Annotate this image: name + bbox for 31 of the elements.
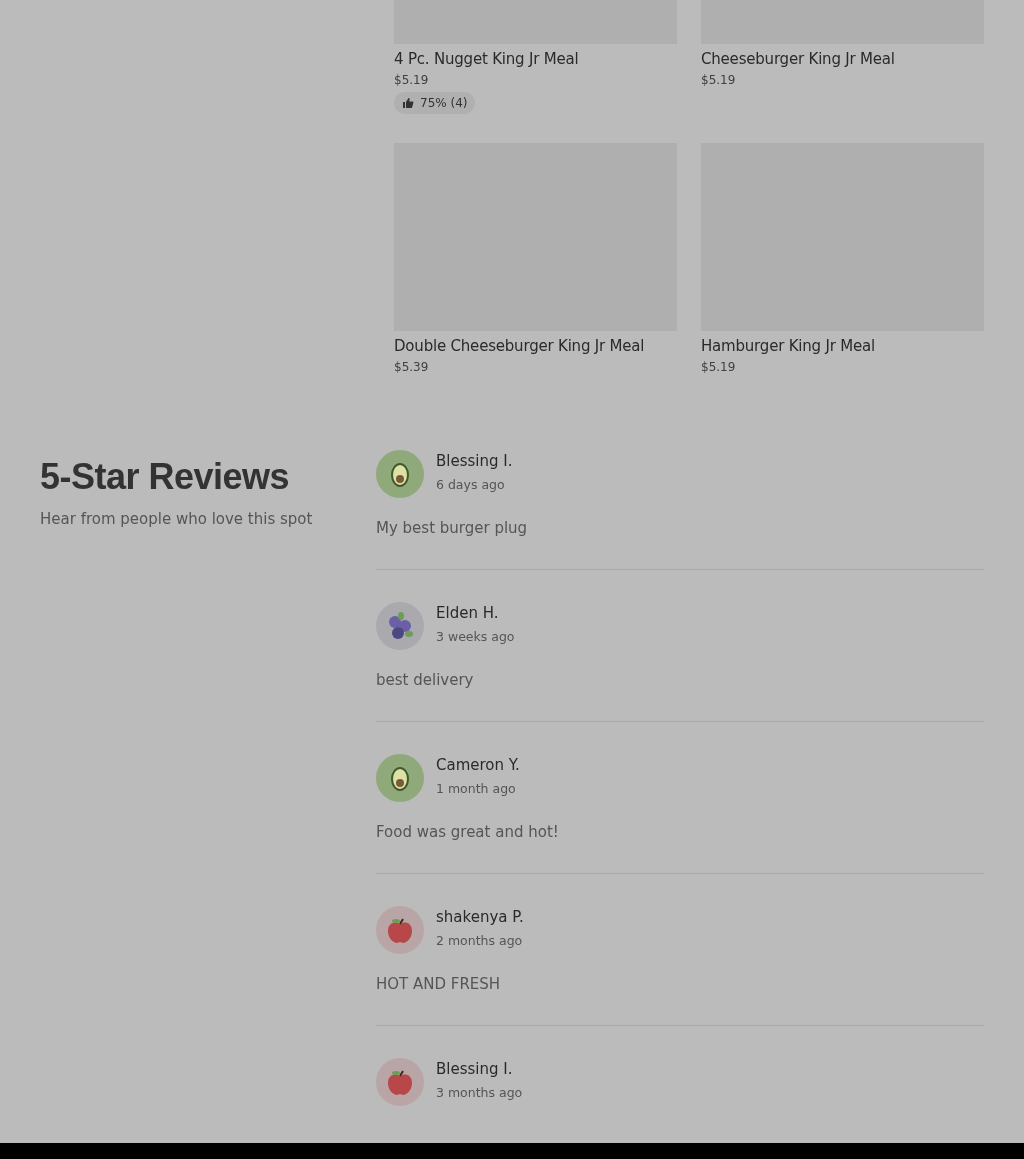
section-title: 5-Star Reviews bbox=[40, 456, 291, 498]
thumbs-up-icon bbox=[402, 97, 414, 109]
item-name[interactable]: 4 Pc. Nugget King Jr Meal bbox=[394, 50, 677, 68]
rating-text: 75% (4) bbox=[420, 96, 468, 110]
review-date: 2 months ago bbox=[436, 933, 524, 948]
item-price: $5.19 bbox=[394, 73, 430, 87]
review-text: HOT AND FRESH bbox=[376, 975, 502, 993]
item-name[interactable]: Cheeseburger King Jr Meal bbox=[701, 50, 984, 68]
section-subtitle: Hear from people who love this spot bbox=[40, 510, 314, 528]
review-text: best delivery bbox=[376, 671, 475, 689]
review-date: 3 weeks ago bbox=[436, 629, 515, 644]
item-price: $5.19 bbox=[701, 73, 737, 87]
review-text: My best burger plug bbox=[376, 519, 529, 537]
item-price: $5.39 bbox=[394, 360, 430, 374]
review-date: 1 month ago bbox=[436, 781, 517, 796]
reviewer-name: shakenya P. bbox=[436, 908, 524, 926]
avatar bbox=[376, 1058, 424, 1106]
avatar bbox=[376, 602, 424, 650]
review-date: 6 days ago bbox=[436, 477, 506, 492]
reviewer-name: Blessing I. bbox=[436, 452, 513, 470]
avatar bbox=[376, 906, 424, 954]
reviewer-name: Cameron Y. bbox=[436, 756, 520, 774]
reviewer-name: Blessing I. bbox=[436, 1060, 514, 1078]
review-text: Food was great and hot! bbox=[376, 823, 560, 841]
avatar bbox=[376, 754, 424, 802]
review-date: 3 months ago bbox=[436, 1085, 523, 1100]
item-name[interactable]: Hamburger King Jr Meal bbox=[701, 337, 984, 355]
item-name[interactable]: Double Cheeseburger King Jr Meal bbox=[394, 337, 677, 355]
avatar bbox=[376, 450, 424, 498]
item-price: $5.19 bbox=[701, 360, 737, 374]
reviewer-name: Elden H. bbox=[436, 604, 500, 622]
